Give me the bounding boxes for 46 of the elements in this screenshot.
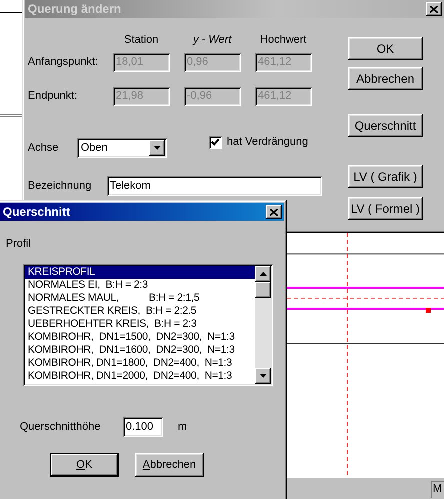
scrollbar-thumb[interactable] [255, 282, 271, 298]
list-item[interactable]: KREISPROFIL [25, 266, 255, 279]
up-arrow-icon [260, 272, 266, 276]
input-field[interactable]: Telekom [107, 176, 322, 196]
row-label: Endpunkt: [28, 90, 79, 102]
row-label: Anfangspunkt: [28, 56, 100, 68]
column-header: Hochwert [259, 34, 308, 48]
column-header: Station [123, 34, 160, 48]
list-item[interactable]: KOMBIROHR, DN1=2000, DN2=400, N=1:3 [25, 370, 255, 383]
axis-dropdown[interactable]: Oben [77, 138, 167, 158]
window-title: Querung ändern [28, 2, 122, 16]
field-label: Profil [6, 238, 32, 252]
dropdown-button[interactable] [149, 140, 165, 156]
checkbox-label: hat Verdrängung [227, 136, 308, 148]
dialog-button[interactable]: LV ( Formel ) [348, 197, 423, 220]
unit-label: m [178, 421, 188, 433]
field-label: Achse [28, 142, 60, 154]
dropdown-value: Oben [80, 142, 109, 154]
list-item[interactable]: NORMALES MAUL, B:H = 2:1,5 [25, 292, 255, 305]
close-button[interactable] [426, 2, 442, 16]
list-item[interactable]: KOMBIROHR, DN1=1600, DN2=300, N=1:3 [25, 344, 255, 357]
list-item[interactable]: KOMBIROHR, DN1=1800, DN2=400, N=1:3 [25, 357, 255, 370]
checkmark-icon [211, 138, 220, 146]
down-arrow-icon [260, 374, 266, 378]
field-label: Querschnitthöhe [20, 421, 102, 433]
input-field[interactable]: 0.100 [123, 417, 163, 437]
list-item[interactable]: UEBERHOEHTER KREIS, B:H = 2:3 [25, 318, 255, 331]
scrollbar[interactable] [255, 266, 271, 384]
list-item[interactable]: GESTRECKTER KREIS, B:H = 2:2.5 [25, 305, 255, 318]
dialog-button[interactable]: Abbrechen [135, 453, 204, 477]
dialog-button[interactable]: LV ( Grafik ) [348, 165, 423, 188]
dialog-button[interactable]: Querschnitt [348, 114, 423, 137]
checkbox[interactable] [209, 136, 222, 148]
list-item[interactable]: KOMBIROHR, DN1=1500, DN2=300, N=1:3 [25, 331, 255, 344]
status-text: M [431, 481, 444, 498]
dialog-button[interactable]: OK [348, 37, 423, 60]
caret-icon [154, 146, 160, 150]
window-title: Querschnitt [3, 205, 70, 219]
close-button[interactable] [266, 205, 282, 219]
dialog-button[interactable]: OK [50, 453, 119, 477]
close-icon [430, 6, 438, 12]
close-icon [270, 208, 278, 216]
field-label: Bezeichnung [28, 180, 93, 192]
column-header: y - Wert [192, 34, 233, 48]
dialog-button[interactable]: Abbrechen [348, 67, 423, 90]
list-item[interactable]: NORMALES EI, B:H = 2:3 [25, 279, 255, 292]
